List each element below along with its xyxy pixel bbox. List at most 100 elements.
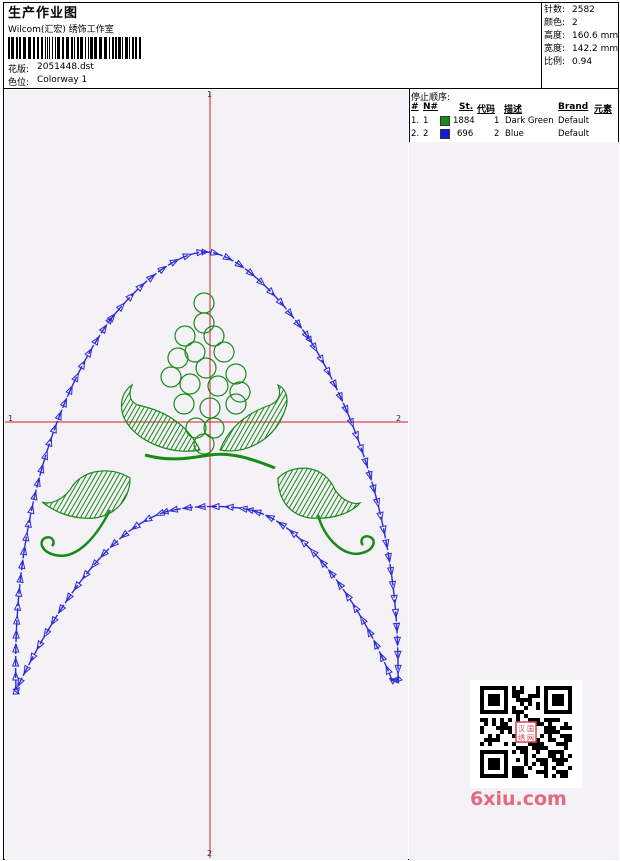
qr-module xyxy=(520,702,524,706)
qr-module xyxy=(532,762,536,766)
qr-module xyxy=(560,750,564,754)
qr-module xyxy=(564,738,568,742)
qr-module xyxy=(548,726,552,730)
qr-module xyxy=(568,738,572,742)
qr-module xyxy=(528,698,532,702)
axis-label-right: 2 xyxy=(396,414,401,423)
qr-stamp-char: 国 xyxy=(527,725,534,733)
qr-module xyxy=(512,774,516,778)
qr-module xyxy=(560,774,564,778)
qr-module xyxy=(524,750,528,754)
qr-module xyxy=(540,746,544,750)
qr-module xyxy=(556,718,560,722)
grape-circle xyxy=(225,393,247,415)
qr-code-image: 汉国绣网 xyxy=(480,686,572,778)
qr-module xyxy=(520,686,524,690)
qr-module xyxy=(516,766,520,770)
qr-module xyxy=(504,742,508,746)
qr-module xyxy=(552,718,556,722)
qr-module xyxy=(544,774,548,778)
production-worksheet: 生产作业图 Wilcom(汇宏) 绣饰工作室 花版: 2051448.dst 色… xyxy=(0,0,620,861)
qr-stamp-char: 绣 xyxy=(518,733,525,742)
grape-circle xyxy=(193,292,215,314)
qr-module xyxy=(500,730,504,734)
qr-module xyxy=(540,762,544,766)
qr-module xyxy=(488,742,492,746)
qr-module xyxy=(480,730,484,734)
qr-module xyxy=(536,706,540,710)
qr-module xyxy=(512,750,516,754)
qr-code-watermark: 汉国绣网 xyxy=(470,680,582,788)
qr-module xyxy=(524,754,528,758)
qr-module xyxy=(524,762,528,766)
qr-module xyxy=(548,730,552,734)
qr-module xyxy=(524,698,528,702)
qr-module xyxy=(556,750,560,754)
qr-module xyxy=(560,758,564,762)
qr-module xyxy=(564,746,568,750)
qr-module xyxy=(516,714,520,718)
qr-module xyxy=(504,726,508,730)
qr-module xyxy=(552,726,556,730)
qr-module xyxy=(520,766,524,770)
qr-module xyxy=(560,762,564,766)
grape-circle xyxy=(167,347,189,369)
qr-module xyxy=(492,722,496,726)
qr-module xyxy=(564,726,568,730)
qr-module xyxy=(484,718,488,722)
qr-module xyxy=(524,706,528,710)
qr-module xyxy=(500,726,504,730)
qr-module xyxy=(512,686,516,690)
qr-module xyxy=(516,690,520,694)
qr-finder xyxy=(488,758,500,770)
qr-module xyxy=(520,770,524,774)
tendril-right xyxy=(316,514,375,556)
qr-module xyxy=(520,710,524,714)
qr-module xyxy=(516,698,520,702)
grape-circle xyxy=(195,357,217,379)
qr-module xyxy=(516,770,520,774)
qr-module xyxy=(544,766,548,770)
qr-module xyxy=(564,742,568,746)
qr-module xyxy=(556,742,560,746)
qr-module xyxy=(536,690,540,694)
qr-module xyxy=(492,718,496,722)
qr-module xyxy=(560,770,564,774)
qr-module xyxy=(516,746,520,750)
qr-module xyxy=(536,758,540,762)
grape-circle xyxy=(179,373,201,395)
qr-module xyxy=(556,730,560,734)
qr-stamp-char: 网 xyxy=(527,734,534,742)
qr-module xyxy=(564,734,568,738)
grape-circle xyxy=(193,312,215,334)
qr-module xyxy=(556,770,560,774)
qr-module xyxy=(520,750,524,754)
qr-module xyxy=(564,770,568,774)
qr-module xyxy=(552,730,556,734)
qr-module xyxy=(540,758,544,762)
qr-module xyxy=(516,758,520,762)
qr-module xyxy=(560,726,564,730)
qr-module xyxy=(516,710,520,714)
qr-module xyxy=(524,714,528,718)
qr-module xyxy=(564,758,568,762)
qr-module xyxy=(508,718,512,722)
stitch-direction-marker xyxy=(45,436,53,448)
qr-module xyxy=(536,770,540,774)
qr-module xyxy=(544,762,548,766)
qr-module xyxy=(516,774,520,778)
grape-circle xyxy=(225,363,247,385)
stitch-direction-marker xyxy=(77,359,86,371)
qr-module xyxy=(500,718,504,722)
qr-module xyxy=(484,738,488,742)
qr-module xyxy=(552,758,556,762)
qr-module xyxy=(568,734,572,738)
qr-module xyxy=(512,710,516,714)
qr-module xyxy=(560,742,564,746)
stitch-direction-marker xyxy=(142,514,153,523)
qr-module xyxy=(488,738,492,742)
qr-module xyxy=(544,730,548,734)
qr-module xyxy=(552,754,556,758)
qr-module xyxy=(548,734,552,738)
qr-module xyxy=(548,750,552,754)
